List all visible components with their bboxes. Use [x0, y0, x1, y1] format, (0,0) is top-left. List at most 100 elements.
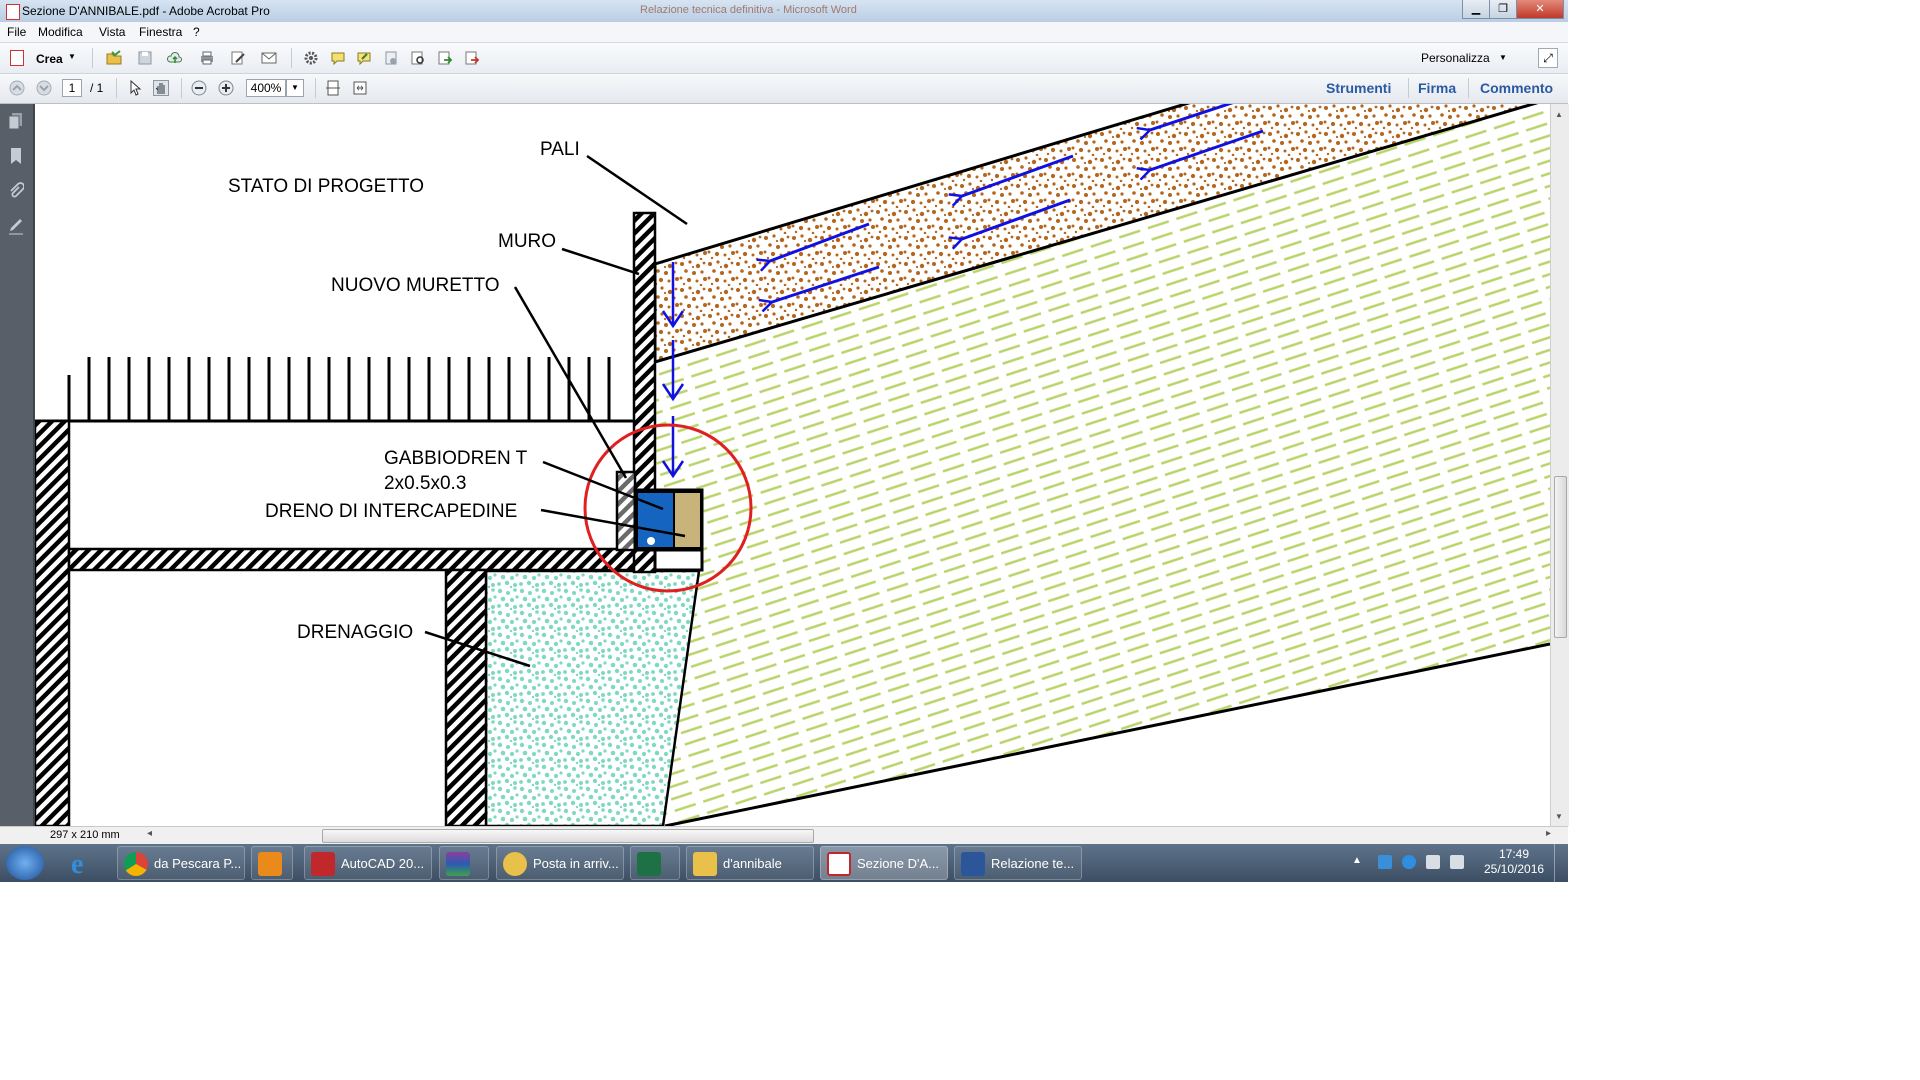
horizontal-scroll-thumb[interactable]: [322, 829, 814, 843]
taskbar-winrar[interactable]: [439, 846, 489, 880]
window-title: Sezione D'ANNIBALE.pdf - Adobe Acrobat P…: [22, 4, 270, 18]
toolbar-separator: [315, 78, 316, 98]
edit-document-icon[interactable]: [230, 50, 246, 66]
export-green-icon[interactable]: [437, 50, 453, 66]
scroll-left-icon[interactable]: ◂: [147, 828, 152, 839]
taskbar-chrome[interactable]: da Pescara P...: [117, 846, 245, 880]
previous-page-icon[interactable]: [9, 80, 25, 96]
stamp-icon[interactable]: [383, 50, 399, 66]
bookmark-icon[interactable]: [8, 147, 24, 165]
label-drenaggio: DRENAGGIO: [297, 622, 413, 643]
fit-width-icon[interactable]: [352, 80, 368, 96]
taskbar-word[interactable]: Relazione te...: [954, 846, 1082, 880]
zoom-out-icon[interactable]: [191, 80, 207, 96]
toolbar-separator: [1408, 78, 1409, 98]
scroll-up-icon[interactable]: ▲: [1555, 110, 1563, 119]
gear-icon[interactable]: [303, 50, 319, 66]
personalizza-label[interactable]: Personalizza: [1421, 51, 1490, 65]
start-button[interactable]: [6, 846, 44, 880]
label-dreno: DRENO DI INTERCAPEDINE: [265, 501, 517, 522]
scroll-down-icon[interactable]: ▼: [1555, 812, 1563, 821]
page-total: / 1: [90, 81, 104, 95]
expand-icon[interactable]: ⤢: [1538, 48, 1558, 68]
signature-pen-icon[interactable]: [8, 217, 24, 235]
autocad-icon: [311, 852, 335, 876]
export-red-icon[interactable]: [464, 50, 480, 66]
pali-fence: [67, 357, 611, 421]
crea-label: Crea: [36, 52, 63, 66]
drawing-title: STATO DI PROGETTO: [228, 176, 424, 197]
taskbar-media-player[interactable]: [251, 846, 293, 880]
zoom-dropdown-button[interactable]: ▼: [286, 79, 304, 97]
vertical-scrollbar[interactable]: ▲ ▼: [1550, 104, 1569, 826]
drain-pipe: [647, 537, 655, 545]
menu-modifica[interactable]: Modifica: [38, 25, 83, 39]
inner-wall: [444, 568, 488, 826]
chrome-icon: [124, 852, 148, 876]
menu-help[interactable]: ?: [193, 25, 200, 39]
label-muro: MURO: [498, 231, 556, 252]
system-clock[interactable]: 17:49 25/10/2016: [1484, 847, 1544, 877]
skype-icon[interactable]: [1402, 855, 1416, 869]
document-search-icon[interactable]: [410, 50, 426, 66]
email-icon[interactable]: [261, 50, 277, 66]
panel-commento[interactable]: Commento: [1480, 80, 1553, 96]
taskbar-acrobat[interactable]: Sezione D'A...: [820, 846, 948, 880]
cloud-upload-icon[interactable]: [167, 50, 183, 66]
minimize-button[interactable]: ▁: [1462, 0, 1490, 19]
scroll-right-icon[interactable]: ▸: [1546, 828, 1551, 839]
comment-bubble-icon[interactable]: [330, 50, 346, 66]
panel-strumenti[interactable]: Strumenti: [1326, 80, 1391, 96]
open-folder-icon[interactable]: [106, 50, 122, 66]
background-window-title: Relazione tecnica definitiva - Microsoft…: [640, 4, 857, 16]
fit-page-icon[interactable]: [325, 80, 341, 96]
page-thumbnails-icon[interactable]: [8, 112, 24, 130]
taskbar-folder[interactable]: d'annibale: [686, 846, 814, 880]
folder-icon: [693, 852, 717, 876]
close-button[interactable]: ✕: [1516, 0, 1564, 19]
clock-time: 17:49: [1498, 847, 1530, 861]
zoom-level-input[interactable]: 400%: [246, 79, 286, 97]
taskbar-autocad[interactable]: AutoCAD 20...: [304, 846, 432, 880]
dropbox-icon[interactable]: [1378, 855, 1392, 869]
menu-vista[interactable]: Vista: [99, 25, 125, 39]
muretto-footing: [653, 548, 704, 572]
highlight-comment-icon[interactable]: [356, 50, 372, 66]
menu-file[interactable]: File: [7, 25, 26, 39]
crea-button[interactable]: Crea ▼: [6, 48, 82, 68]
next-page-icon[interactable]: [36, 80, 52, 96]
attachment-icon[interactable]: [8, 182, 24, 200]
select-cursor-icon[interactable]: [127, 80, 143, 96]
media-player-icon: [258, 852, 282, 876]
left-navigation-pane: [0, 104, 35, 826]
svg-text:e: e: [71, 849, 83, 878]
page-number-input[interactable]: 1: [62, 79, 82, 97]
network-icon[interactable]: [1426, 855, 1440, 869]
floor-slab: [67, 547, 656, 572]
taskbar-excel[interactable]: [630, 846, 680, 880]
left-wall: [35, 419, 71, 826]
vertical-scroll-thumb[interactable]: [1554, 476, 1567, 638]
show-hidden-icons-icon[interactable]: ▲: [1352, 855, 1362, 866]
panel-firma[interactable]: Firma: [1418, 80, 1456, 96]
internet-explorer-icon[interactable]: e: [64, 848, 98, 880]
create-pdf-icon: [10, 50, 24, 66]
print-icon[interactable]: [199, 50, 215, 66]
save-icon[interactable]: [137, 50, 153, 66]
word-icon: [961, 852, 985, 876]
winrar-icon: [446, 852, 470, 876]
label-pali: PALI: [540, 139, 580, 160]
menu-finestra[interactable]: Finestra: [139, 25, 182, 39]
toolbar-separator: [92, 48, 93, 68]
maximize-button[interactable]: ❐: [1489, 0, 1517, 19]
acrobat-app-icon: [6, 4, 20, 20]
toolbar-separator: [291, 48, 292, 68]
hand-tool-icon[interactable]: [153, 80, 169, 96]
taskbar-outlook[interactable]: Posta in arriv...: [496, 846, 624, 880]
excel-icon: [637, 852, 661, 876]
nuovo-muretto: [615, 470, 637, 552]
volume-icon[interactable]: [1450, 855, 1464, 869]
zoom-in-icon[interactable]: [218, 80, 234, 96]
show-desktop-button[interactable]: [1554, 844, 1569, 882]
chevron-down-icon[interactable]: ▼: [1499, 53, 1507, 62]
